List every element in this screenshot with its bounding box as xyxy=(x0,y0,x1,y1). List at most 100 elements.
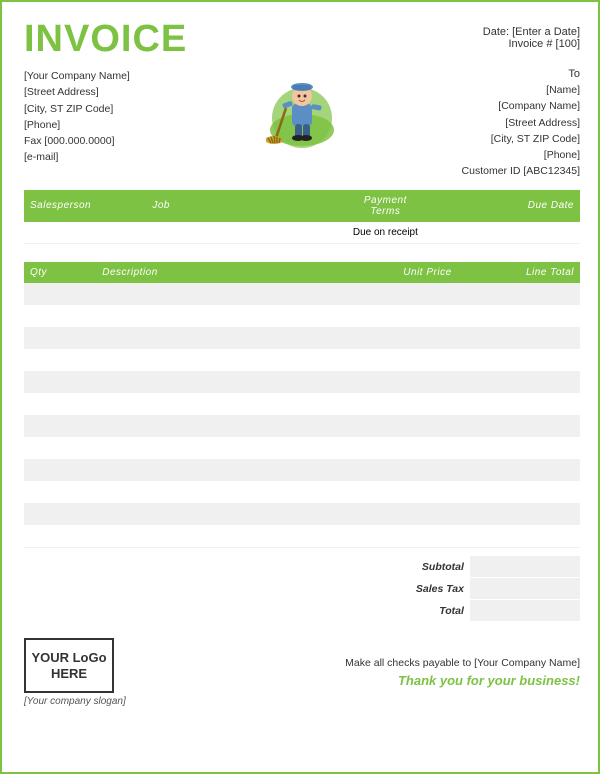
th-job: Job xyxy=(146,190,313,222)
sender-city: [City, ST ZIP Code] xyxy=(24,101,130,117)
item-desc xyxy=(96,481,335,503)
item-unit xyxy=(335,481,457,503)
item-desc xyxy=(96,349,335,371)
item-row xyxy=(24,393,580,415)
item-qty xyxy=(24,415,96,437)
item-qty xyxy=(24,503,96,525)
item-row xyxy=(24,437,580,459)
item-total xyxy=(458,437,580,459)
header: INVOICE Date: [Enter a Date] Invoice # [… xyxy=(24,20,580,58)
recipient-street: [Street Address] xyxy=(462,115,580,131)
item-qty xyxy=(24,371,96,393)
salesperson-header: Salesperson Job PaymentTerms Due Date xyxy=(24,190,580,222)
item-unit xyxy=(335,503,457,525)
address-section: [Your Company Name] [Street Address] [Ci… xyxy=(24,68,580,180)
invoice-line: Invoice # [100] xyxy=(483,38,580,50)
header-right: Date: [Enter a Date] Invoice # [100] xyxy=(483,26,580,50)
item-qty xyxy=(24,305,96,327)
item-row xyxy=(24,283,580,305)
item-unit xyxy=(335,415,457,437)
item-row xyxy=(24,349,580,371)
item-unit xyxy=(335,371,457,393)
date-label: Date: xyxy=(483,26,509,38)
item-row xyxy=(24,481,580,503)
subtotal-row: Subtotal xyxy=(335,556,580,578)
salesperson-table: Salesperson Job PaymentTerms Due Date Du… xyxy=(24,190,580,245)
item-row xyxy=(24,305,580,327)
item-total xyxy=(458,503,580,525)
item-unit xyxy=(335,305,457,327)
item-qty xyxy=(24,393,96,415)
invoice-title: INVOICE xyxy=(24,20,187,58)
sp-salesperson xyxy=(24,222,146,244)
item-unit xyxy=(335,349,457,371)
item-desc xyxy=(96,283,335,305)
item-row xyxy=(24,415,580,437)
footer: YOUR LoGo HERE [Your company slogan] Mak… xyxy=(24,632,580,707)
item-qty xyxy=(24,283,96,305)
item-qty xyxy=(24,349,96,371)
recipient-city: [City, ST ZIP Code] xyxy=(462,131,580,147)
salesperson-section: Salesperson Job PaymentTerms Due Date Du… xyxy=(24,190,580,245)
checks-payable: Make all checks payable to [Your Company… xyxy=(345,657,580,669)
item-desc xyxy=(96,525,335,547)
item-qty xyxy=(24,327,96,349)
items-section: Qty Description Unit Price Line Total xyxy=(24,262,580,548)
recipient-phone: [Phone] xyxy=(462,147,580,163)
th-qty: Qty xyxy=(24,262,96,283)
company-slogan: [Your company slogan] xyxy=(24,696,126,707)
tax-label: Sales Tax xyxy=(335,578,470,600)
subtotal-label: Subtotal xyxy=(335,556,470,578)
th-unit-price: Unit Price xyxy=(335,262,457,283)
items-header: Qty Description Unit Price Line Total xyxy=(24,262,580,283)
sender-company: [Your Company Name] xyxy=(24,68,130,84)
subtotal-value xyxy=(470,556,580,578)
item-total xyxy=(458,415,580,437)
salesperson-row: Due on receipt xyxy=(24,222,580,244)
th-due-date: Due Date xyxy=(458,190,580,222)
item-total xyxy=(458,481,580,503)
th-salesperson: Salesperson xyxy=(24,190,146,222)
logo-box: YOUR LoGo HERE xyxy=(24,638,114,693)
thank-you: Thank you for your business! xyxy=(345,673,580,688)
item-row xyxy=(24,459,580,481)
item-desc xyxy=(96,371,335,393)
item-unit xyxy=(335,283,457,305)
item-desc xyxy=(96,415,335,437)
footer-right: Make all checks payable to [Your Company… xyxy=(345,657,580,688)
item-desc xyxy=(96,327,335,349)
th-line-total: Line Total xyxy=(458,262,580,283)
items-body xyxy=(24,283,580,547)
item-total xyxy=(458,283,580,305)
logo-text: YOUR LoGo HERE xyxy=(26,650,112,681)
sp-job xyxy=(146,222,313,244)
item-desc xyxy=(96,437,335,459)
item-total xyxy=(458,393,580,415)
item-unit xyxy=(335,327,457,349)
item-unit xyxy=(335,393,457,415)
totals-table: Subtotal Sales Tax Total xyxy=(335,556,580,623)
recipient-name: [Name] xyxy=(462,82,580,98)
total-row: Total xyxy=(335,600,580,622)
item-desc xyxy=(96,503,335,525)
item-row xyxy=(24,525,580,547)
recipient-company: [Company Name] xyxy=(462,98,580,114)
item-desc xyxy=(96,459,335,481)
total-label: Total xyxy=(335,600,470,622)
item-total xyxy=(458,327,580,349)
date-value: [Enter a Date] xyxy=(512,26,580,38)
item-total xyxy=(458,305,580,327)
sender-phone: [Phone] xyxy=(24,117,130,133)
item-total xyxy=(458,525,580,547)
tax-value xyxy=(470,578,580,600)
item-row xyxy=(24,503,580,525)
item-unit xyxy=(335,437,457,459)
item-qty xyxy=(24,481,96,503)
item-row xyxy=(24,371,580,393)
logo-area: YOUR LoGo HERE [Your company slogan] xyxy=(24,638,126,707)
recipient-section: To [Name] [Company Name] [Street Address… xyxy=(462,68,580,180)
invoice-value: [100] xyxy=(556,38,580,50)
item-row xyxy=(24,327,580,349)
item-qty xyxy=(24,459,96,481)
spacer1 xyxy=(24,252,580,262)
